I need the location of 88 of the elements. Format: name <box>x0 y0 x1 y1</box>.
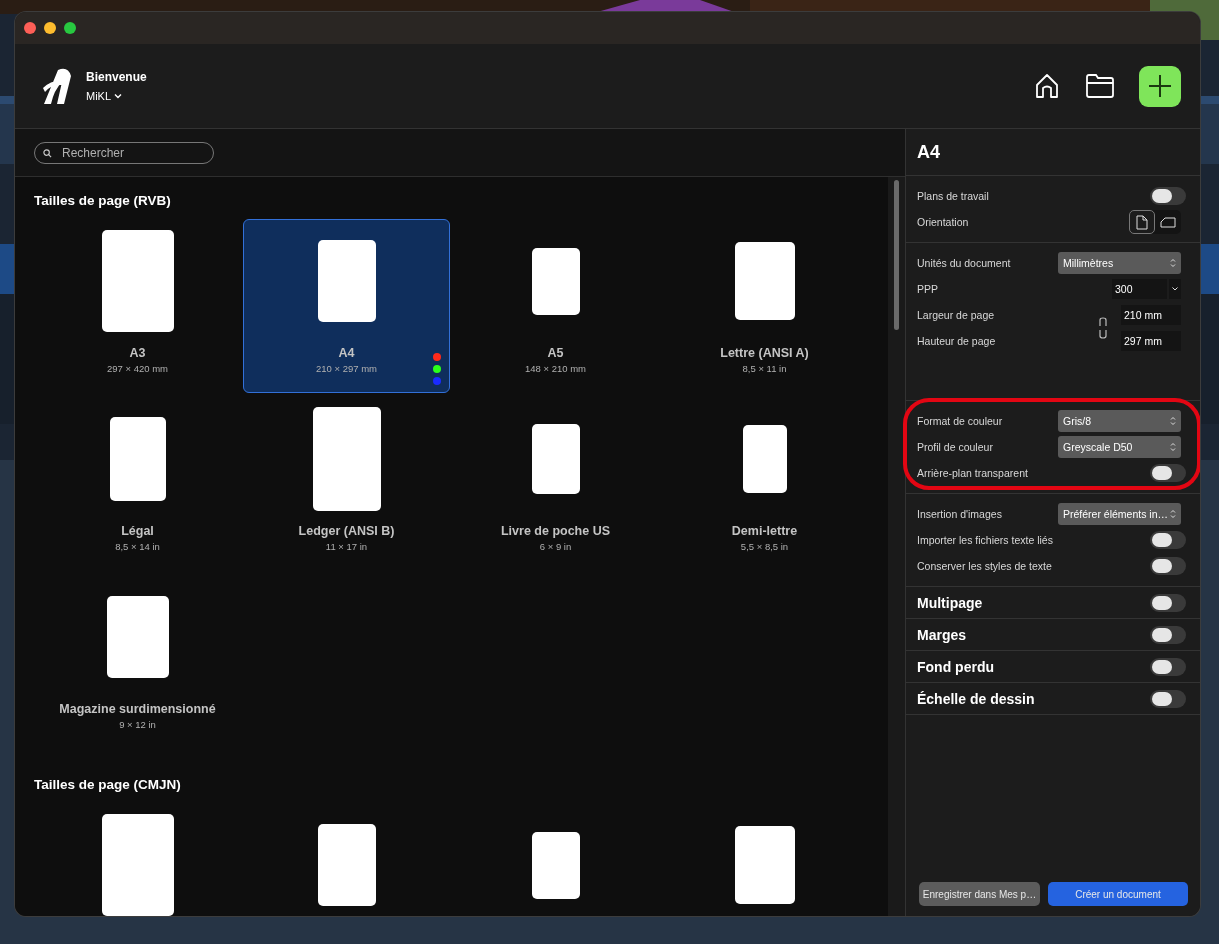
welcome-title: Bienvenue <box>86 70 147 84</box>
page-size-dimensions: 5,5 × 8,5 in <box>740 541 789 552</box>
chevron-icon <box>114 93 123 99</box>
toggle-switch[interactable] <box>1150 593 1186 612</box>
zoom-button[interactable] <box>64 22 76 34</box>
dimension-field[interactable]: 297 mm <box>1121 331 1181 351</box>
dpi-field[interactable]: 300 <box>1112 279 1167 299</box>
page-size-card[interactable]: A3 297 × 420 mm <box>34 219 241 393</box>
search-icon <box>43 148 52 158</box>
dropdown[interactable]: Greyscale D50 <box>1058 436 1181 458</box>
setting-label: Format de couleur <box>917 415 1003 427</box>
toggle-switch[interactable] <box>1150 689 1186 708</box>
updown-icon <box>1170 442 1176 452</box>
page-size-name: Livre de poche US <box>500 524 611 538</box>
page-size-dimensions: 210 × 297 mm <box>316 363 377 374</box>
search-field[interactable]: Rechercher <box>34 141 214 164</box>
toggle-switch[interactable] <box>1150 187 1186 205</box>
rgb-dots-icon <box>433 353 441 385</box>
page-size-dimensions: 297 × 420 mm <box>107 363 168 374</box>
panel-title: A4 <box>906 129 1200 176</box>
section-toggle-label: Échelle de dessin <box>917 690 1035 707</box>
unlinked-chain-icon[interactable] <box>1099 317 1107 339</box>
close-button[interactable] <box>24 22 36 34</box>
section-title: Tailles de page (RVB) <box>34 193 172 208</box>
dropdown[interactable]: Gris/8 <box>1058 410 1181 432</box>
dropdown[interactable]: Millimètres <box>1058 252 1181 274</box>
setting-label: Largeur de page <box>917 309 995 321</box>
page-size-name: A4 <box>338 346 355 360</box>
toggle-switch[interactable] <box>1150 657 1186 676</box>
user-menu[interactable]: MiKL <box>86 90 147 102</box>
dpi-dropdown[interactable] <box>1169 279 1181 299</box>
page-size-name: A5 <box>547 346 564 360</box>
page-size-dimensions: 9 × 12 in <box>119 719 156 730</box>
setting-label: Arrière-plan transparent <box>917 467 1028 479</box>
setting-label: Conserver les styles de texte <box>917 560 1052 572</box>
updown-icon <box>1170 416 1176 426</box>
updown-icon <box>1170 258 1176 268</box>
page-size-card[interactable]: Lettre (ANSI A) 8,5 × 11 in <box>661 219 868 393</box>
dimension-field[interactable]: 210 mm <box>1121 305 1181 325</box>
setting-label: Unités du document <box>917 257 1011 269</box>
create-document-button[interactable]: Créer un document <box>1048 882 1188 906</box>
page-size-name: A3 <box>129 346 146 360</box>
portrait-button[interactable] <box>1129 210 1155 234</box>
setting-label: Profil de couleur <box>917 441 993 453</box>
toggle-switch[interactable] <box>1150 464 1186 482</box>
setting-label: Hauteur de page <box>917 335 996 347</box>
minimize-button[interactable] <box>44 22 56 34</box>
page-size-dimensions: 8,5 × 14 in <box>115 541 160 552</box>
page-size-name: Lettre (ANSI A) <box>720 346 809 360</box>
toggle-switch[interactable] <box>1150 557 1186 575</box>
page-size-name: Légal <box>121 524 154 538</box>
section-toggle-label: Marges <box>917 626 967 643</box>
folder-icon[interactable] <box>1085 73 1115 99</box>
landscape-page-icon <box>1160 216 1176 228</box>
page-size-dimensions: 8,5 × 11 in <box>742 363 787 374</box>
page-size-name: Magazine surdimensionné <box>59 702 216 716</box>
new-document-button[interactable] <box>1139 65 1181 107</box>
dropdown[interactable]: Préférer éléments in… <box>1058 503 1181 525</box>
page-size-dimensions: 6 × 9 in <box>539 541 572 552</box>
page-size-name: Demi-lettre <box>731 524 798 538</box>
page-size-card[interactable]: Légal 8,5 × 14 in <box>34 397 241 571</box>
setting-label: PPP <box>917 283 938 295</box>
toggle-switch[interactable] <box>1150 531 1186 549</box>
section-title: Tailles de page (CMJN) <box>34 777 182 792</box>
scrollbar-thumb[interactable] <box>894 180 899 330</box>
setting-label: Insertion d'images <box>917 508 1002 520</box>
page-size-card[interactable]: Ledger (ANSI B) 11 × 17 in <box>243 397 450 571</box>
setting-label: Orientation <box>917 216 969 228</box>
portrait-page-icon <box>1136 214 1148 230</box>
setting-label: Importer les fichiers texte liés <box>917 534 1053 546</box>
page-size-card[interactable]: Livre de poche US 6 × 9 in <box>452 397 659 571</box>
page-size-card[interactable]: Demi-lettre 5,5 × 8,5 in <box>661 397 868 571</box>
section-toggle-label: Fond perdu <box>917 658 994 675</box>
page-size-name: Ledger (ANSI B) <box>298 524 395 538</box>
page-size-dimensions: 11 × 17 in <box>325 541 368 552</box>
home-icon[interactable] <box>1033 72 1061 100</box>
setting-label: Plans de travail <box>917 190 989 202</box>
toggle-switch[interactable] <box>1150 625 1186 644</box>
save-preset-button[interactable]: Enregistrer dans Mes p… <box>919 882 1040 906</box>
section-toggle-label: Multipage <box>917 594 983 611</box>
page-size-card[interactable]: A5 148 × 210 mm <box>452 219 659 393</box>
chevron-icon <box>1172 287 1178 291</box>
plus-icon <box>1148 74 1172 98</box>
page-size-dimensions: 148 × 210 mm <box>525 363 586 374</box>
logo-icon <box>40 68 74 104</box>
page-size-card[interactable]: A4 210 × 297 mm <box>243 219 450 393</box>
updown-icon <box>1170 509 1176 519</box>
page-size-card[interactable]: Magazine surdimensionné 9 × 12 in <box>34 575 241 749</box>
